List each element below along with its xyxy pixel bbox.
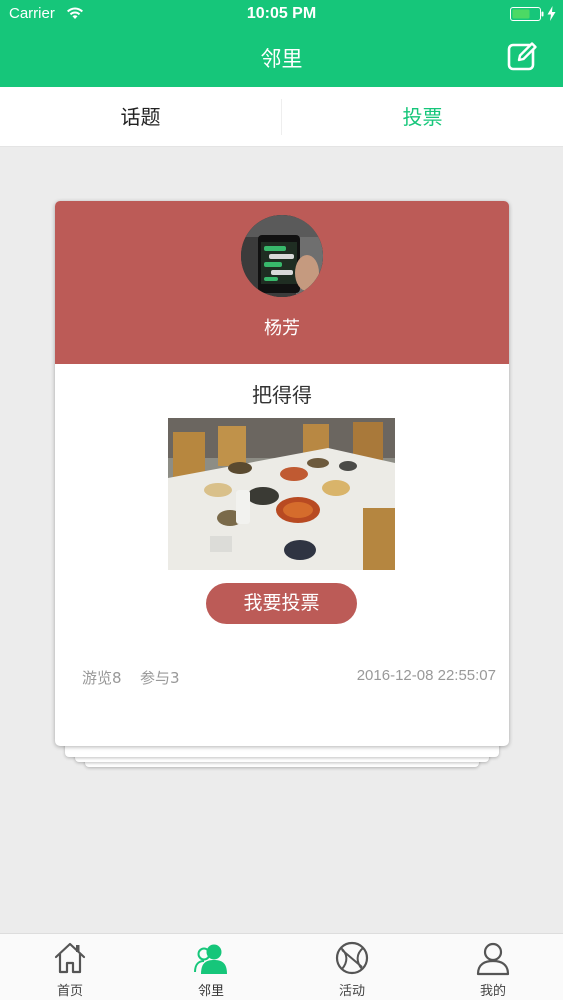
vote-title: 把得得 [252, 383, 312, 407]
tabbar-label-activity: 活动 [338, 984, 365, 999]
vote-image[interactable] [168, 418, 395, 570]
tabbar-item-neighbor[interactable]: 邻里 [171, 934, 251, 1000]
user-name: 杨芳 [264, 318, 300, 339]
tabbar-item-home[interactable]: 首页 [30, 934, 110, 1000]
status-time: 10:05 PM [246, 5, 317, 22]
tabbar-label-home: 首页 [56, 984, 83, 999]
ball-icon [335, 941, 369, 975]
tabbar-label-mine: 我的 [479, 984, 506, 999]
status-bar: Carrier 10:05 PM [0, 0, 563, 28]
home-icon [54, 942, 86, 974]
bottom-tab-bar: 首页 邻里 活动 我的 [0, 933, 563, 1000]
tab-vote[interactable]: 投票 [282, 87, 563, 147]
card-header: 杨芳 [55, 201, 509, 364]
views-count: 游览8 [82, 669, 122, 687]
tab-topics[interactable]: 话题 [0, 87, 281, 147]
neighbor-icon [194, 944, 227, 974]
segment-tabs: 话题 投票 [0, 87, 563, 147]
avatar-photo [241, 215, 323, 297]
vote-button[interactable]: 我要投票 [206, 583, 357, 624]
vote-timestamp: 2016-12-08 22:55:07 [356, 667, 496, 684]
profile-icon [476, 942, 510, 976]
tabbar-item-activity[interactable]: 活动 [312, 934, 392, 1000]
tabbar-item-mine[interactable]: 我的 [453, 934, 533, 1000]
page-title: 邻里 [260, 47, 303, 71]
charging-icon [547, 6, 556, 21]
vote-card[interactable]: 杨芳 把得得 我要投票 游览8 参与3 2016-12-08 22:55:07 [55, 201, 509, 746]
tabbar-label-neighbor: 邻里 [197, 984, 224, 999]
participants-count: 参与3 [140, 669, 180, 687]
app-header: Carrier 10:05 PM 邻里 [0, 0, 563, 87]
food-photo [168, 418, 395, 570]
compose-icon[interactable] [506, 40, 539, 73]
avatar[interactable] [241, 215, 323, 297]
battery-icon [510, 7, 544, 21]
